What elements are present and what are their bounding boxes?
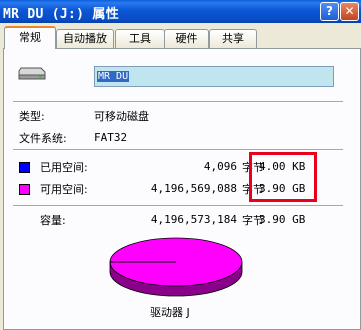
disk-usage-pie-chart — [109, 237, 243, 297]
tab-general[interactable]: 常规 — [4, 26, 56, 49]
drive-letter-label: 驱动器 J — [150, 306, 190, 319]
